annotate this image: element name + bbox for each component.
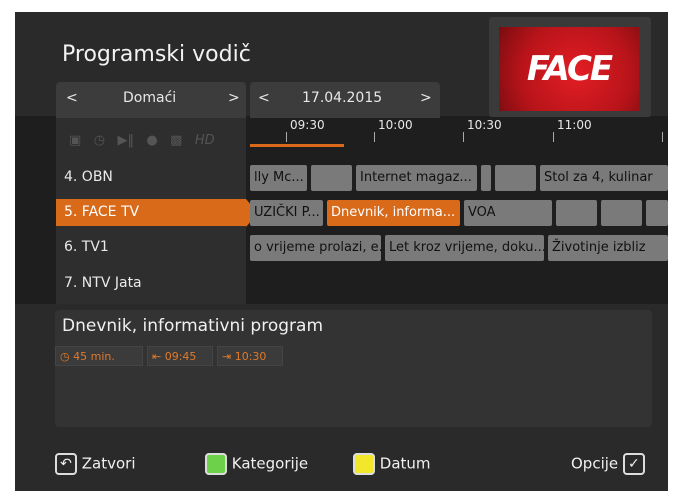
program-cell[interactable] (311, 165, 352, 191)
end-arrow-icon: ⇥ (222, 350, 232, 363)
program-cell[interactable] (601, 200, 642, 226)
program-cell[interactable]: UZIČKI P... (250, 200, 323, 226)
program-cell[interactable] (556, 200, 597, 226)
time-label: 10:00 (378, 118, 413, 132)
play-pause-icon: ▶‖ (117, 133, 134, 148)
start-time-value: 09:45 (164, 350, 197, 363)
close-label: Zatvori (81, 454, 136, 473)
categories-label: Kategorije (231, 454, 309, 473)
clock-icon: ◷ (60, 350, 70, 363)
program-cell[interactable] (495, 165, 536, 191)
date-label: 17.04.2015 (302, 90, 383, 106)
time-label: 11:00 (557, 118, 592, 132)
prev-group-arrow[interactable]: < (66, 90, 78, 106)
channel-item[interactable]: 6. TV1 (56, 234, 246, 261)
channel-group-selector[interactable]: < Domaći > (56, 82, 246, 118)
channel-logo: FACE (499, 27, 639, 111)
hd-label: HD (194, 133, 215, 148)
end-time-badge: ⇥ 10:30 (217, 346, 283, 366)
program-cell[interactable]: o vrijeme prolazi, e... (250, 235, 381, 261)
channel-group-label: Domaći (123, 90, 177, 106)
program-cell[interactable] (481, 165, 491, 191)
program-cell[interactable] (646, 200, 668, 226)
time-tick (553, 132, 554, 142)
parental-lock-icon: ▩ (170, 133, 183, 148)
tv-screen: Programski vodič FACE < Domaći > < 17.04… (15, 12, 668, 491)
start-time-badge: ⇤ 09:45 (147, 346, 213, 366)
program-cell[interactable]: Internet magaz... (356, 165, 477, 191)
program-cell[interactable]: Stol za 4, kulinar (540, 165, 668, 191)
options-label: Opcije (571, 454, 619, 473)
date-key[interactable]: Datum (353, 453, 431, 475)
program-cell[interactable]: lly Mc... (250, 165, 307, 191)
prev-date-arrow[interactable]: < (258, 90, 270, 106)
page-title: Programski vodič (62, 42, 251, 67)
next-group-arrow[interactable]: > (228, 90, 240, 106)
channel-item[interactable]: 4. OBN (56, 164, 246, 191)
schedule-grid: 09:30 10:00 10:30 11:00 lly Mc... Intern… (250, 118, 668, 304)
categories-key[interactable]: Kategorije (205, 453, 308, 475)
program-title: Dnevnik, informativni program (62, 316, 324, 336)
date-selector[interactable]: < 17.04.2015 > (250, 82, 440, 118)
back-icon: ↶ (55, 453, 77, 475)
time-tick (463, 132, 464, 142)
check-icon: ✓ (622, 453, 645, 475)
time-label: 09:30 (290, 118, 325, 132)
end-time-value: 10:30 (234, 350, 267, 363)
duration-badge: ◷ 45 min. (55, 346, 143, 366)
program-cell[interactable]: Životinje izbliz (548, 235, 668, 261)
yellow-key-icon (353, 453, 375, 475)
record-icon: ● (146, 133, 158, 148)
green-key-icon (205, 453, 227, 475)
filter-icons-row: ▣ ◷ ▶‖ ● ▩ HD (69, 133, 215, 148)
program-cell[interactable]: Let kroz vrijeme, doku... (385, 235, 544, 261)
time-tick (286, 132, 287, 142)
channel-item-selected[interactable]: 5. FACE TV (56, 199, 246, 226)
next-date-arrow[interactable]: > (420, 90, 432, 106)
duration-value: 45 min. (73, 350, 115, 363)
program-cell-selected[interactable]: Dnevnik, informa... (327, 200, 460, 226)
date-footer-label: Datum (379, 454, 431, 473)
time-tick (374, 132, 375, 142)
time-label: 10:30 (467, 118, 502, 132)
current-time-progress (250, 144, 344, 147)
program-cell[interactable]: VOA (464, 200, 552, 226)
options-key[interactable]: Opcije ✓ (571, 453, 645, 475)
close-key[interactable]: ↶ Zatvori (55, 453, 136, 475)
channel-item[interactable]: 7. NTV Jata (56, 270, 246, 297)
start-arrow-icon: ⇤ (152, 350, 162, 363)
timer-icon: ◷ (93, 133, 106, 148)
lock-icon: ▣ (69, 133, 82, 148)
time-tick (662, 132, 663, 142)
